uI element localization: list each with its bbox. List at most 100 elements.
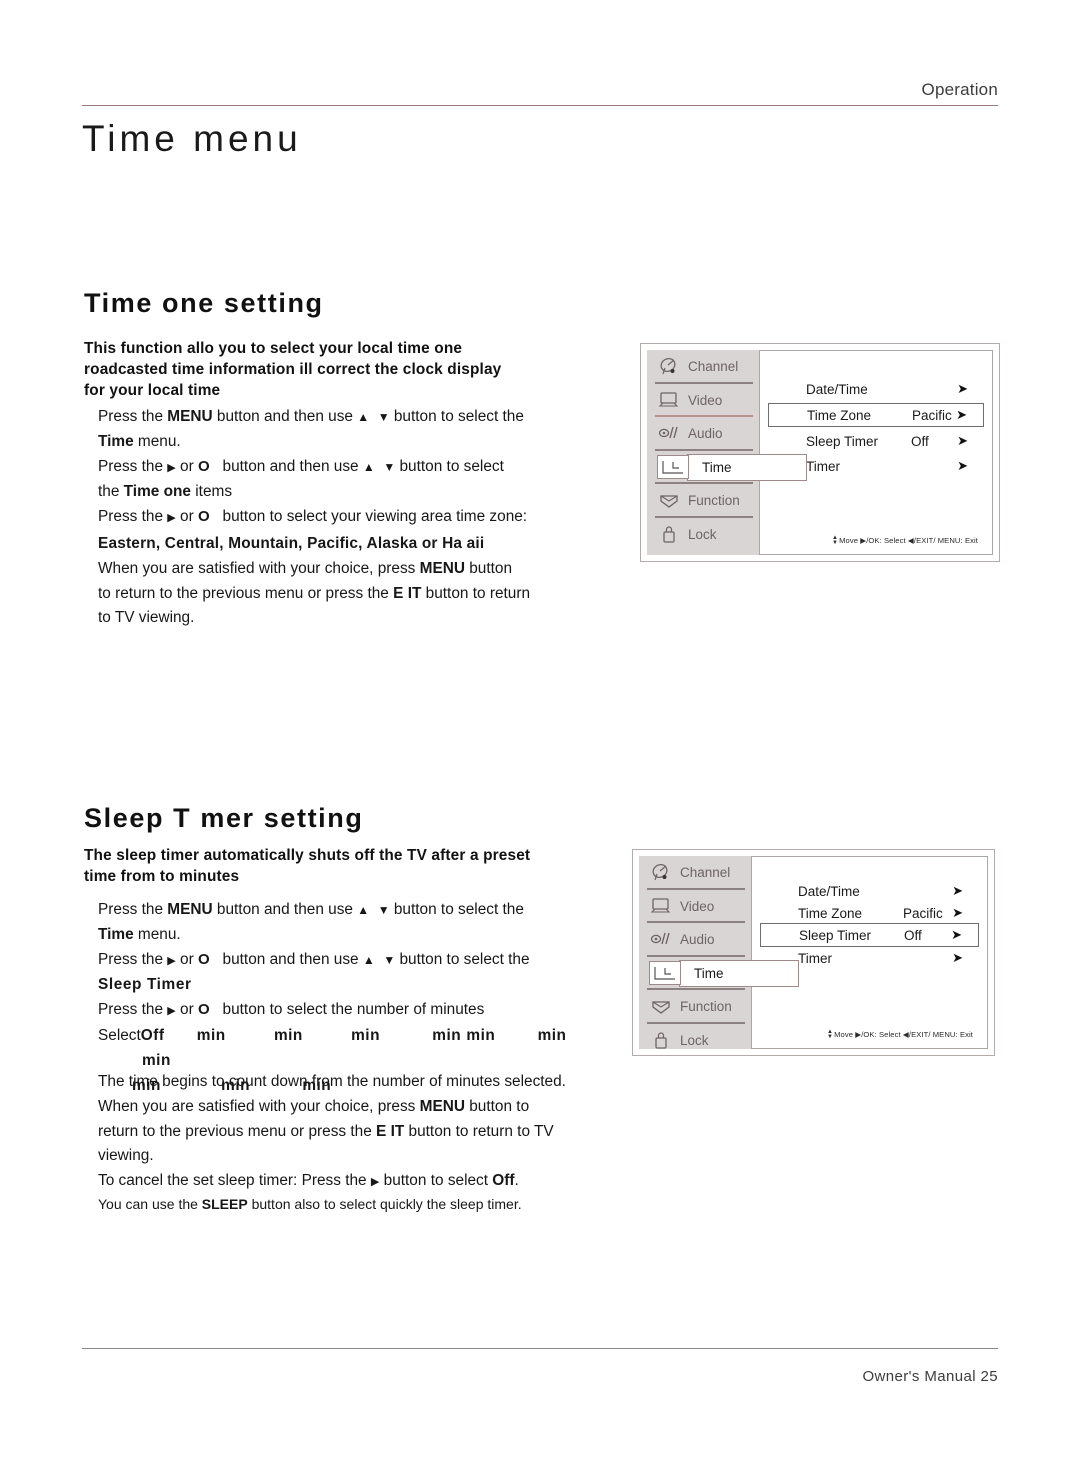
- osd-menu-item-time-zone[interactable]: Time Zone Pacific ➤: [768, 403, 984, 427]
- min-option: min: [466, 1026, 496, 1044]
- text-run: to TV viewing.: [98, 609, 195, 627]
- time-keyword: Time: [98, 432, 134, 450]
- right-arrow-icon: [167, 1001, 175, 1018]
- speaker-note-icon: [650, 932, 670, 944]
- ok-button-keyword: O: [198, 1001, 210, 1019]
- text-run: button and then use: [212, 408, 358, 425]
- osd-hint-text: Move ▶/OK: Select ◀/EXIT/ MENU: Exit: [839, 536, 978, 545]
- osd-item-name: Sleep Timer: [806, 433, 879, 449]
- intro-line: This function allo you to select your lo…: [84, 340, 463, 357]
- text-run: menu.: [133, 925, 181, 943]
- submenu-arrow-icon: ➤: [957, 381, 968, 396]
- intro-line: roadcasted time information ill correct …: [84, 361, 502, 378]
- osd-menu-item-time-zone[interactable]: Time Zone Pacific ➤: [760, 901, 979, 925]
- osd-item-value: Off: [904, 927, 922, 943]
- up-arrow-icon: [357, 901, 369, 918]
- sleep-timer-options-row: Select Off min min min min min min min: [98, 1024, 618, 1074]
- text-run: To cancel the set sleep timer: Press the: [98, 1172, 371, 1190]
- sidebar-item-label: Video: [680, 898, 715, 914]
- text-run: When you are satisfied with your choice,…: [98, 1097, 420, 1115]
- sleep-button-keyword: SLEEP: [201, 1196, 248, 1212]
- down-arrow-icon: [383, 458, 395, 475]
- header-section-label: Operation: [921, 80, 998, 99]
- osd-item-value: Pacific: [903, 905, 943, 921]
- text-run: When you are satisfied with your choice,…: [98, 559, 420, 577]
- text-run: items: [190, 483, 233, 501]
- intro-line: for your local time: [84, 382, 221, 399]
- submenu-arrow-icon: ➤: [952, 905, 963, 920]
- clock-icon: [649, 961, 681, 986]
- sidebar-item-lock[interactable]: Lock: [647, 518, 759, 552]
- text-run: You can use the: [98, 1196, 202, 1212]
- footer-page-label: Owner's Manual 25: [862, 1368, 998, 1385]
- sidebar-item-channel[interactable]: Channel: [639, 856, 751, 890]
- text-run: button and then use: [212, 901, 358, 918]
- ok-button-keyword: O: [198, 457, 210, 475]
- sidebar-item-label: Audio: [680, 932, 715, 948]
- sidebar-item-label: Video: [688, 392, 723, 408]
- text-run: button to select the number of minutes: [218, 1001, 485, 1019]
- text-run: to return to the previous menu or press …: [98, 584, 394, 602]
- up-arrow-icon: [357, 408, 369, 425]
- text-run: button and then use: [218, 950, 363, 968]
- sidebar-item-video[interactable]: Video: [639, 890, 751, 923]
- sidebar-item-function[interactable]: Function: [639, 990, 751, 1024]
- down-arrow-icon: [383, 951, 395, 968]
- text-run: button to select your viewing area time …: [218, 508, 528, 526]
- sidebar-item-video[interactable]: Video: [647, 384, 759, 417]
- osd-item-value: Pacific: [912, 407, 952, 423]
- text-run: viewing.: [98, 1147, 154, 1165]
- osd-item-name: Date/Time: [806, 381, 868, 397]
- instructions-sleep-timer-continued: The time begins to count down from the n…: [98, 1070, 618, 1195]
- menu-button-keyword: MENU: [167, 408, 213, 425]
- sidebar-item-label: Function: [680, 999, 732, 1015]
- osd-sidebar: Channel Video Audio Time Function Lock: [639, 856, 799, 1049]
- up-down-icon: ▲ ▼: [832, 535, 839, 546]
- min-option: min: [432, 1026, 462, 1044]
- sidebar-item-function[interactable]: Function: [647, 484, 759, 518]
- submenu-arrow-icon: ➤: [952, 950, 963, 965]
- osd-sidebar: Channel Video Audio Time Function Lock: [647, 350, 807, 555]
- sidebar-item-time[interactable]: Time: [639, 957, 799, 990]
- osd-item-value: Off: [911, 433, 929, 449]
- section-intro-sleep-timer: The sleep timer automatically shuts off …: [84, 845, 614, 887]
- sidebar-item-label: Function: [688, 493, 740, 509]
- time-zone-options-list: Eastern, Central, Mountain, Pacific, Ala…: [98, 534, 485, 552]
- osd-menu-item-date-time[interactable]: Date/Time ➤: [768, 377, 984, 401]
- min-option: min: [196, 1026, 226, 1044]
- sidebar-item-channel[interactable]: Channel: [647, 350, 759, 384]
- down-arrow-icon: [378, 901, 390, 918]
- instructions-time-zone: Press the MENU button and then use butto…: [98, 405, 618, 631]
- sidebar-item-audio[interactable]: Audio: [639, 923, 751, 957]
- sidebar-item-lock[interactable]: Lock: [639, 1024, 751, 1058]
- manual-page: Operation Time menu Time one setting Thi…: [0, 0, 1080, 1464]
- text-run: Press the: [98, 950, 168, 968]
- text-run: Select: [98, 1026, 141, 1044]
- ok-button-keyword: O: [198, 950, 210, 968]
- osd-menu-item-sleep-timer[interactable]: Sleep Timer Off ➤: [768, 429, 984, 453]
- sidebar-item-time[interactable]: Time: [647, 451, 807, 484]
- text-run: button also to select quickly the sleep …: [247, 1196, 522, 1212]
- text-run: button to select the: [389, 408, 524, 425]
- text-run: button to select the: [389, 901, 524, 918]
- osd-navigation-hint: ▲ ▼Move ▶/OK: Select ◀/EXIT/ MENU: Exit: [752, 1029, 973, 1040]
- text-run: button to select: [379, 1172, 493, 1190]
- off-option: Off: [140, 1026, 165, 1044]
- text-run: .: [514, 1172, 519, 1190]
- min-option: min: [351, 1026, 380, 1044]
- clock-icon: [657, 455, 689, 480]
- menu-button-keyword: MENU: [419, 1097, 465, 1115]
- osd-item-name: Timer: [798, 950, 832, 966]
- text-run: Press the: [98, 408, 168, 425]
- osd-item-name: Timer: [806, 458, 840, 474]
- page-title: Time menu: [82, 118, 302, 159]
- up-down-icon: ▲ ▼: [827, 1029, 834, 1040]
- sidebar-item-audio[interactable]: Audio: [647, 417, 759, 451]
- osd-menu-item-sleep-timer[interactable]: Sleep Timer Off ➤: [760, 923, 979, 947]
- osd-item-name: Date/Time: [798, 883, 860, 899]
- osd-screenshot-sleep-timer: Channel Video Audio Time Function Lock D…: [632, 849, 995, 1056]
- footer-divider: [82, 1348, 998, 1349]
- instructions-sleep-timer: Press the MENU button and then use butto…: [98, 898, 618, 1098]
- osd-menu-item-date-time[interactable]: Date/Time ➤: [760, 879, 979, 903]
- sidebar-item-label: Lock: [688, 526, 717, 542]
